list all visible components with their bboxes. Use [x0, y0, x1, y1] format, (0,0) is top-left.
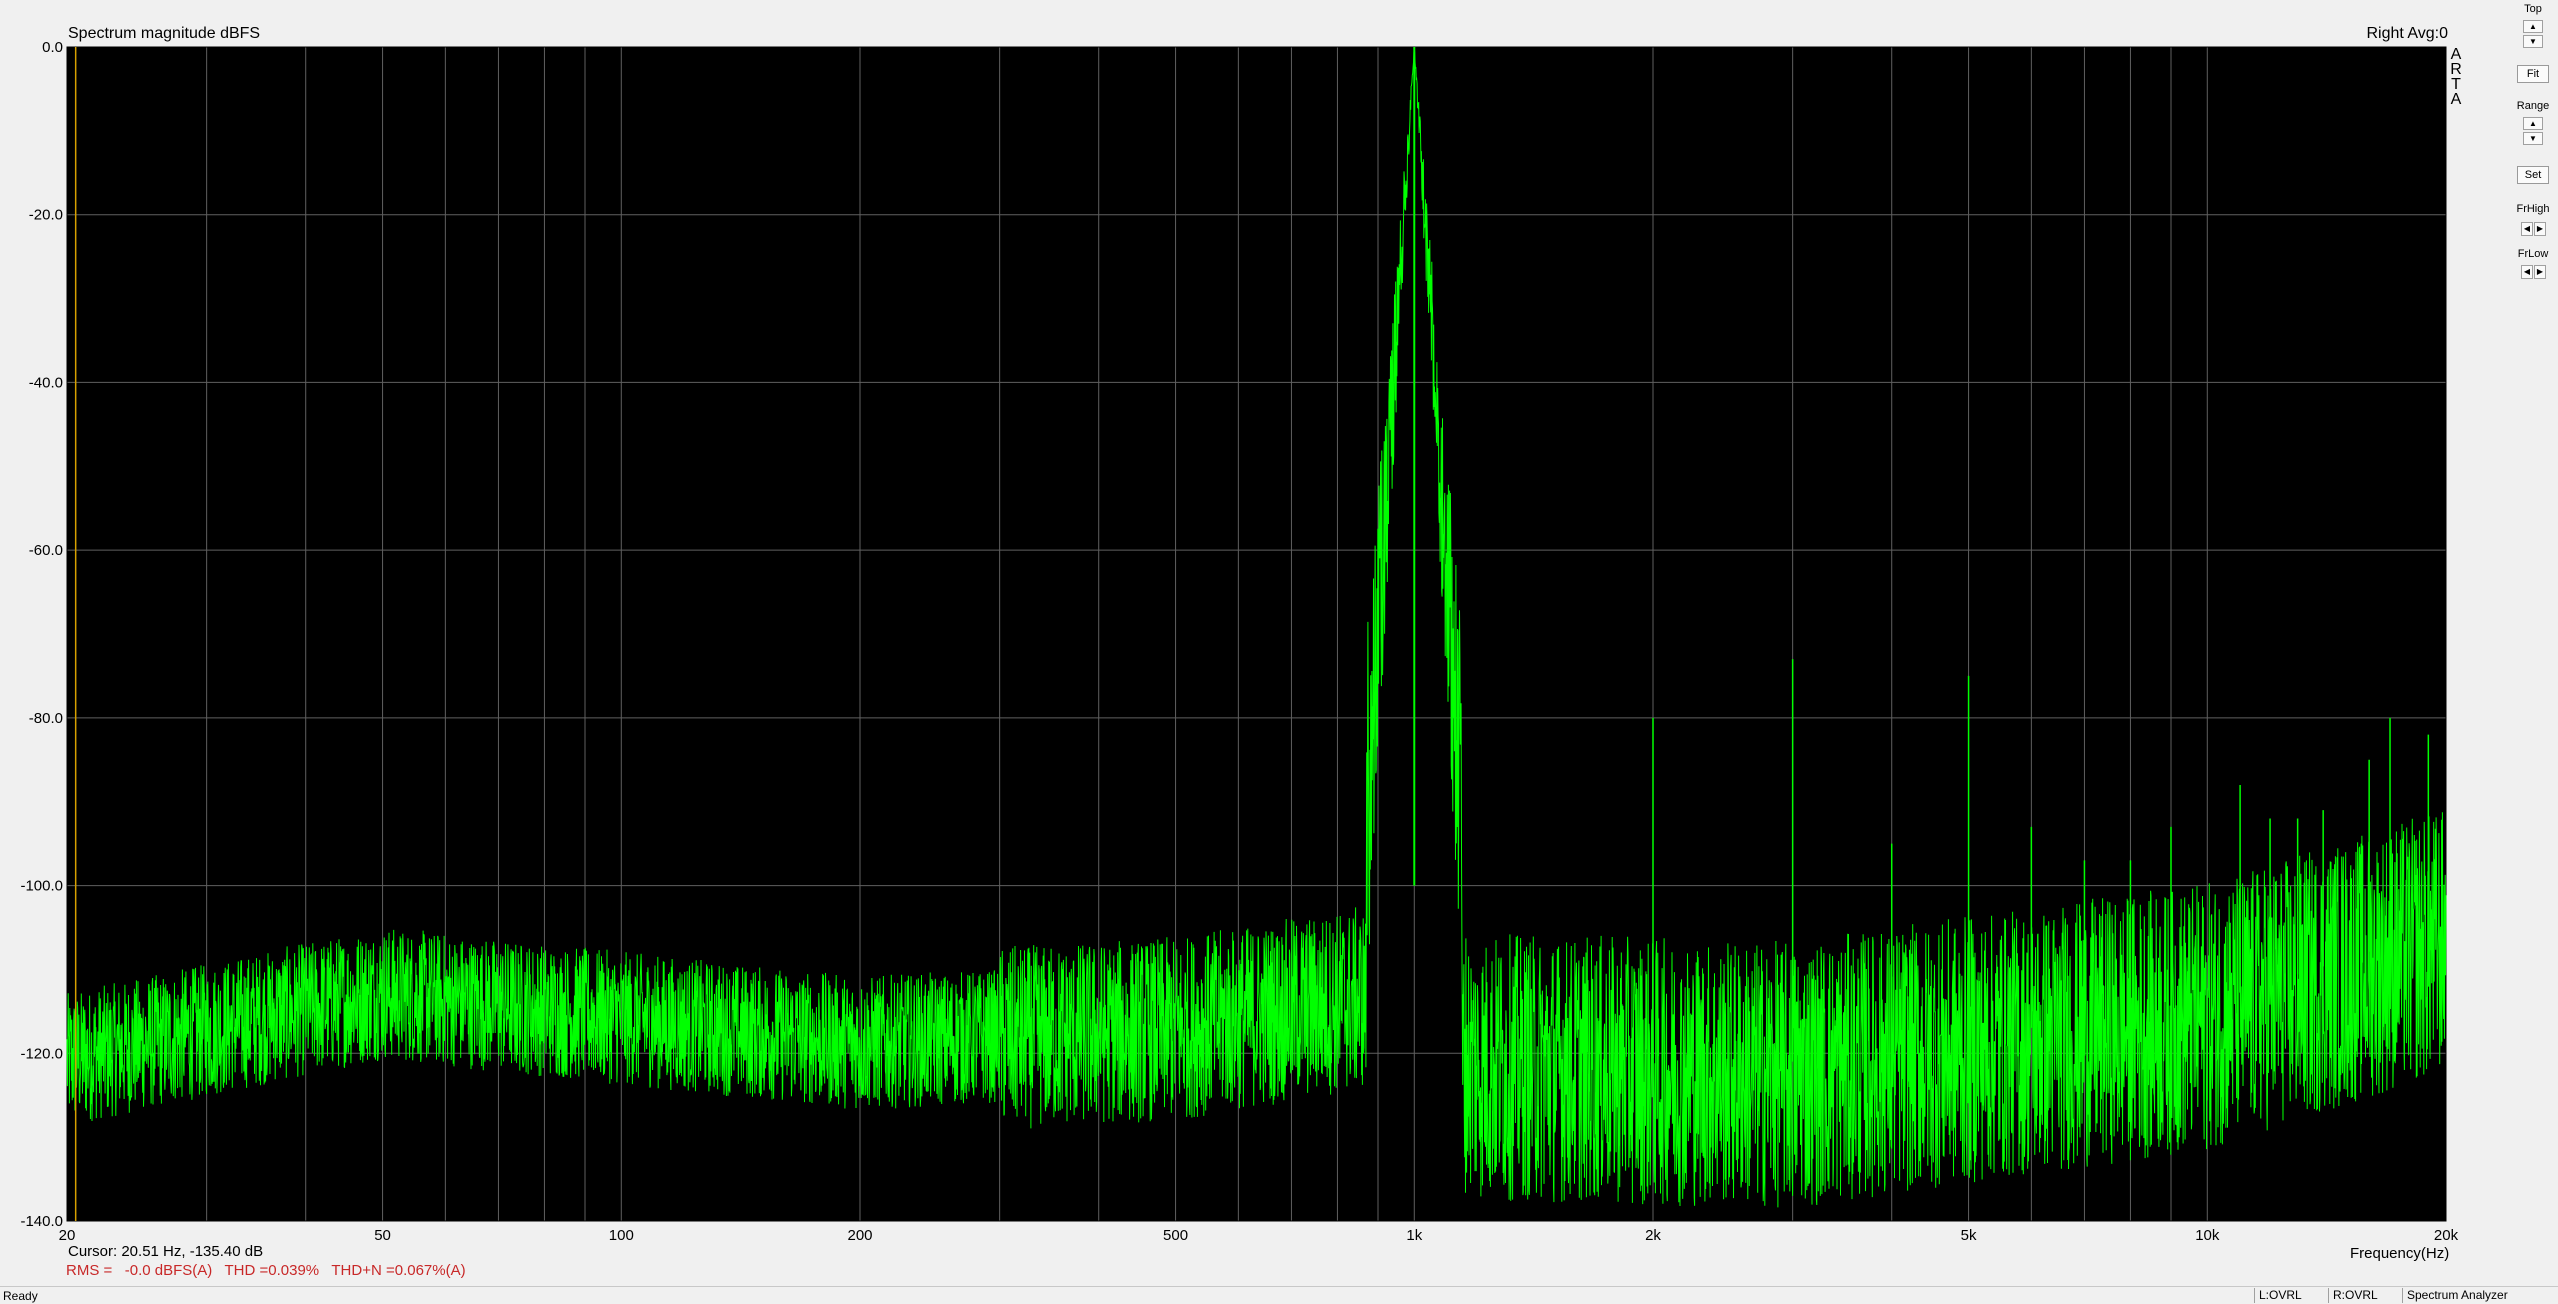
x-tick-label: 1k [1406, 1227, 1422, 1244]
top-spinner[interactable]: ▲ ▼ [2523, 20, 2543, 50]
y-tick-label: -140.0 [20, 1213, 63, 1230]
frlow-left-arrow-icon[interactable]: ◀ [2521, 265, 2533, 279]
range-down-arrow-icon[interactable]: ▼ [2523, 132, 2543, 145]
channel-info: Right Avg:0 [2366, 25, 2448, 42]
right-overload-indicator: R:OVRL [2328, 1288, 2403, 1303]
x-tick-label: 5k [1961, 1227, 1977, 1244]
top-label: Top [2524, 3, 2542, 15]
spectrum-plot-area: 0.0 -20.0 -40.0 -60.0 -80.0 -100.0 -120.0 -140.… [0, 0, 2508, 1286]
arta-logo: ARTA [2450, 46, 2462, 108]
cursor-readout: Cursor: 20.51 Hz, -135.40 dB [68, 1243, 264, 1260]
top-down-arrow-icon[interactable]: ▼ [2523, 35, 2543, 48]
y-tick-label: -100.0 [20, 878, 63, 895]
range-up-arrow-icon[interactable]: ▲ [2523, 117, 2543, 130]
y-tick-label: -80.0 [29, 710, 63, 727]
fit-button[interactable]: Fit [2517, 65, 2549, 83]
x-tick-label: 500 [1163, 1227, 1188, 1244]
frlow-right-arrow-icon[interactable]: ▶ [2534, 265, 2546, 279]
range-label: Range [2516, 100, 2550, 112]
x-tick-label: 20k [2434, 1227, 2459, 1244]
top-up-arrow-icon[interactable]: ▲ [2523, 20, 2543, 33]
status-bar: Ready L:OVRL R:OVRL Spectrum Analyzer [0, 1286, 2558, 1304]
x-tick-label: 2k [1645, 1227, 1661, 1244]
x-tick-label: 100 [609, 1227, 634, 1244]
frlow-spinner[interactable]: ◀ ▶ [2521, 265, 2547, 279]
y-tick-label: -60.0 [29, 542, 63, 559]
y-tick-label: 0.0 [42, 39, 63, 56]
x-tick-label: 10k [2195, 1227, 2220, 1244]
x-tick-label: 20 [59, 1227, 76, 1244]
spectrum-chart[interactable]: 0.0 -20.0 -40.0 -60.0 -80.0 -100.0 -120.0 -140.… [0, 0, 2508, 1286]
frhigh-left-arrow-icon[interactable]: ◀ [2521, 222, 2533, 236]
panel-title: Spectrum magnitude dBFS [68, 25, 261, 42]
y-tick-label: -40.0 [29, 374, 63, 391]
set-button[interactable]: Set [2517, 166, 2549, 184]
x-axis-label: Frequency(Hz) [2350, 1245, 2450, 1262]
frhigh-spinner[interactable]: ◀ ▶ [2521, 222, 2547, 236]
measurement-readout: RMS = -0.0 dBFS(A) THD =0.039% THD+N =0.… [66, 1262, 466, 1279]
range-spinner[interactable]: ▲ ▼ [2523, 117, 2543, 147]
x-tick-label: 50 [374, 1227, 391, 1244]
frhigh-right-arrow-icon[interactable]: ▶ [2534, 222, 2546, 236]
status-text: Ready [3, 1289, 38, 1303]
left-overload-indicator: L:OVRL [2254, 1288, 2329, 1303]
mode-indicator: Spectrum Analyzer [2402, 1288, 2557, 1303]
x-tick-label: 200 [847, 1227, 872, 1244]
y-tick-label: -120.0 [20, 1045, 63, 1062]
frhigh-label: FrHigh [2516, 203, 2550, 215]
y-tick-label: -20.0 [29, 207, 63, 224]
side-control-panel: Top ▲ ▼ Fit Range ▲ ▼ Set FrHigh ◀ ▶ FrL… [2508, 0, 2558, 1286]
frlow-label: FrLow [2517, 248, 2549, 260]
